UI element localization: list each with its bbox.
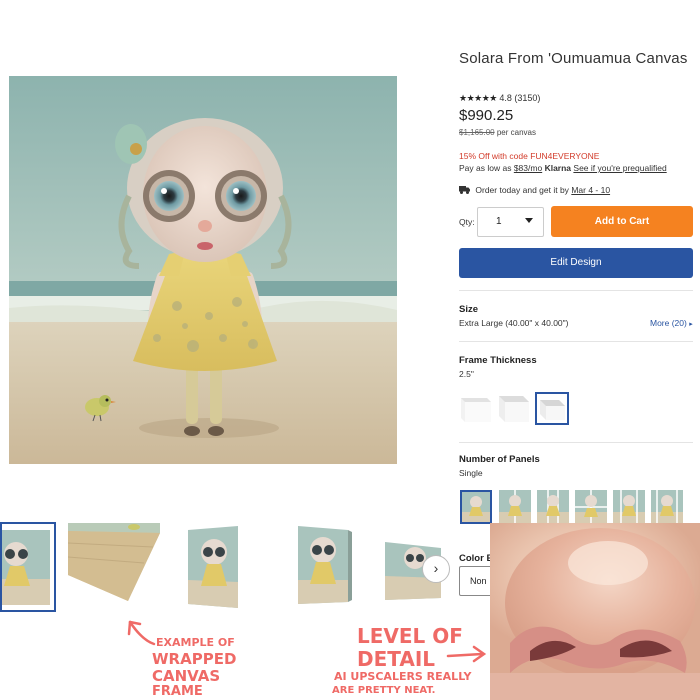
chevron-right-small-icon: ▸ — [689, 321, 693, 328]
panels-value: Single — [459, 468, 483, 478]
panel-option-single-selected[interactable] — [460, 490, 492, 524]
price-unit: per canvas — [496, 128, 536, 137]
original-price: $1,165.00 — [459, 128, 495, 137]
size-value: Extra Large (40.00" x 40.00") — [459, 318, 569, 328]
rating-stars-icon: ★★★★★ — [459, 93, 497, 103]
panel-thumbnail-image — [537, 490, 569, 524]
panel-option-2[interactable] — [499, 490, 531, 524]
annotation-arrow-right — [446, 645, 487, 663]
annotation-detail-line2: DETAIL — [357, 647, 436, 671]
rating-count: 4.8 (3150) — [499, 93, 541, 103]
medium-frame-swatch — [499, 396, 529, 422]
panel-thumbnail-image — [575, 490, 607, 524]
shipping-dates-link[interactable]: Mar 4 - 10 — [571, 185, 610, 195]
size-more-label: More (20) — [650, 318, 687, 328]
thumbnail-image — [2, 524, 54, 610]
shipping-estimate: Order today and get it by Mar 4 - 10 — [459, 185, 610, 195]
add-to-cart-button[interactable]: Add to Cart — [551, 206, 693, 237]
quantity-select[interactable] — [477, 207, 544, 237]
thumbnail-next-button[interactable]: › — [422, 555, 450, 583]
panel-thumbnail-image — [499, 490, 531, 524]
annotation-wrapped-line1: EXAMPLE OF — [156, 636, 235, 649]
detail-zoom-image — [490, 523, 700, 700]
panels-label: Number of Panels — [459, 454, 540, 465]
thick-frame-swatch — [540, 400, 565, 420]
panel-option-5[interactable] — [613, 490, 645, 524]
edit-design-button[interactable]: Edit Design — [459, 248, 693, 278]
product-rating[interactable]: ★★★★★ 4.8 (3150) — [459, 93, 540, 104]
panel-option-3[interactable] — [537, 490, 569, 524]
original-price-line: $1,165.00 per canvas — [459, 128, 536, 137]
annotation-wrapped-line4: FRAME — [152, 684, 203, 699]
color-label: Color E — [459, 553, 493, 564]
panel-option-6[interactable] — [651, 490, 683, 524]
divider — [459, 290, 693, 291]
klarna-line: Pay as low as $83/mo Klarna See if you'r… — [459, 163, 667, 173]
color-value: Non — [470, 576, 487, 586]
quantity-value: 1 — [496, 216, 502, 227]
klarna-prefix: Pay as low as — [459, 163, 512, 173]
thumbnail-image — [298, 526, 352, 604]
size-more-link[interactable]: More (20) ▸ — [650, 318, 693, 328]
truck-icon — [459, 186, 470, 194]
annotation-arrow-up — [127, 620, 156, 646]
frame-thickness-option-2[interactable] — [497, 392, 531, 425]
klarna-amount-link[interactable]: $83/mo — [514, 163, 542, 173]
thin-frame-swatch — [461, 398, 491, 422]
hero-artwork — [9, 76, 397, 464]
thumbnail-front-selected[interactable] — [0, 522, 56, 612]
shipping-prefix: Order today and get it by — [475, 185, 569, 195]
nose-closeup — [490, 528, 700, 700]
frame-thickness-label: Frame Thickness — [459, 355, 537, 366]
frame-thickness-value: 2.5" — [459, 369, 474, 379]
annotation-ai-line1: AI UPSCALERS REALLY — [334, 670, 472, 683]
frame-thickness-option-3-selected[interactable] — [535, 392, 569, 425]
frame-thickness-option-1[interactable] — [459, 392, 493, 425]
chevron-right-icon: › — [433, 560, 439, 576]
divider — [459, 341, 693, 342]
panel-option-4[interactable] — [575, 490, 607, 524]
thumbnail-angle-right[interactable] — [296, 524, 354, 606]
caret-down-icon — [525, 218, 533, 223]
annotation-ai-line2: ARE PRETTY NEAT. — [332, 685, 436, 696]
product-main-image[interactable] — [9, 76, 397, 464]
panel-thumbnail-image — [651, 490, 683, 524]
current-price: $990.25 — [459, 107, 514, 124]
klarna-logo: Klarna — [544, 163, 572, 173]
panel-thumbnail-image — [613, 490, 645, 524]
klarna-prequalify-link[interactable]: See if you're prequalified — [573, 163, 666, 173]
thumbnail-image — [188, 526, 238, 608]
promo-text: 15% Off with code FUN4EVERYONE — [459, 151, 600, 161]
thumbnail-angle-left[interactable] — [186, 524, 242, 610]
panel-thumbnail-image — [462, 492, 490, 522]
divider — [459, 442, 693, 443]
thumbnail-image — [68, 523, 160, 601]
size-label: Size — [459, 304, 479, 315]
annotation-wrapped-line3: CANVAS — [152, 667, 221, 685]
qty-label: Qty: — [459, 217, 475, 227]
product-title: Solara From 'Oumuamua Canvas — [459, 50, 688, 67]
annotation-wrapped-line2: WRAPPED — [152, 650, 237, 668]
thumbnail-wrapped-edge[interactable] — [68, 523, 160, 601]
